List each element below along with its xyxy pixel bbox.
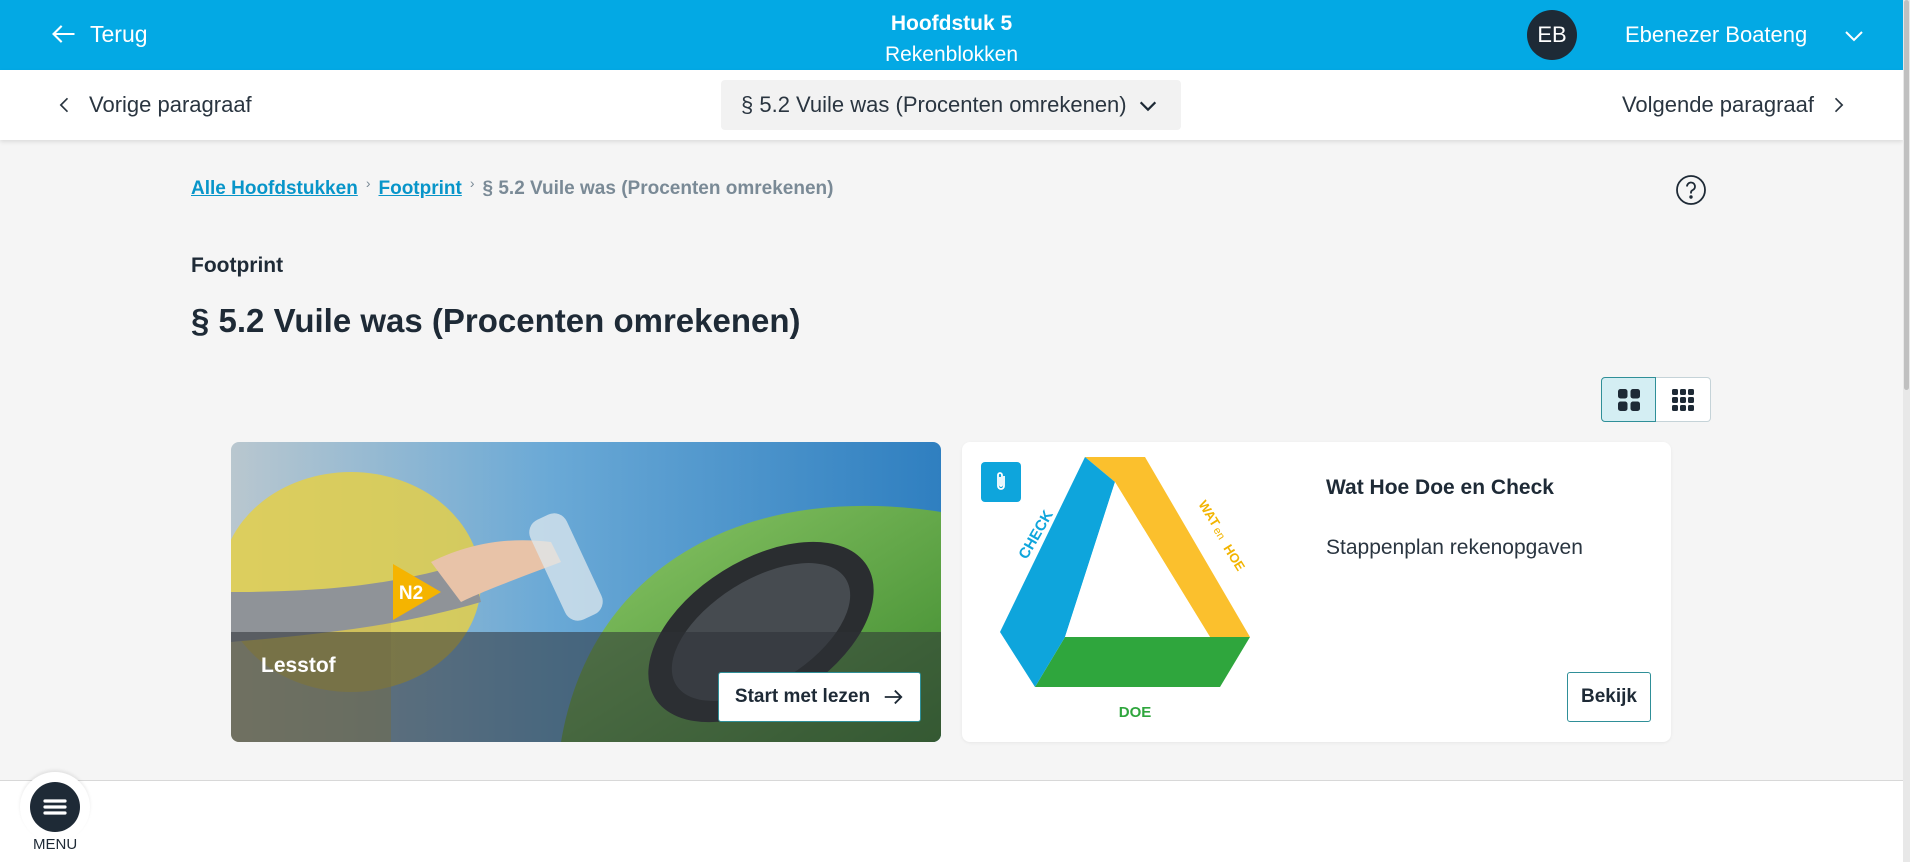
next-paragraph-label: Volgende paragraaf: [1621, 92, 1814, 117]
diagram-label-doe: DOE: [1119, 704, 1152, 721]
top-bar: Terug Hoofdstuk 5 Rekenblokken EB Ebenez…: [0, 0, 1903, 70]
chevron-left-icon: [59, 97, 69, 113]
bottom-bar: [0, 780, 1903, 862]
chevron-down-icon: [1139, 101, 1157, 112]
arrow-right-icon: [884, 689, 903, 705]
start-reading-button[interactable]: Start met lezen: [718, 672, 921, 722]
help-icon[interactable]: [1675, 174, 1707, 206]
small-grid-view-button[interactable]: [1656, 377, 1711, 422]
scrollbar-thumb[interactable]: [1904, 0, 1909, 390]
grid-small-icon: [1672, 388, 1694, 411]
breadcrumb-all-chapters[interactable]: Alle Hoofdstukken: [191, 178, 358, 200]
resource-description: Stappenplan rekenopgaven: [1326, 536, 1583, 559]
chevron-right-icon: [1834, 97, 1844, 113]
chapter-title: Hoofdstuk 5: [890, 12, 1013, 35]
menu-button[interactable]: [30, 782, 80, 832]
scrollbar[interactable]: [1903, 0, 1910, 862]
wat-hoe-doe-check-diagram: CHECK WAT en HOE DOE: [1000, 457, 1250, 721]
resource-card[interactable]: CHECK WAT en HOE DOE Wat Hoe Doe en Chec…: [962, 442, 1671, 742]
grid-large-icon: [1617, 388, 1640, 411]
view-toggle: [1601, 377, 1711, 422]
breadcrumb-current: § 5.2 Vuile was (Procenten omrekenen): [482, 178, 834, 199]
breadcrumb-separator: ›: [365, 175, 371, 191]
page-title: § 5.2 Vuile was (Procenten omrekenen): [191, 302, 801, 339]
lesson-card[interactable]: N2 Lesstof Start met lezen: [231, 442, 941, 742]
breadcrumb-separator: ›: [469, 175, 475, 191]
previous-paragraph-button[interactable]: Vorige paragraaf: [55, 92, 252, 118]
diagram-label-wat: WAT: [1195, 498, 1223, 530]
chevron-down-icon[interactable]: [1842, 24, 1866, 48]
menu-label: MENU: [33, 836, 78, 853]
paperclip-icon: [997, 472, 1005, 490]
breadcrumb: Alle Hoofdstukken › Footprint › § 5.2 Vu…: [191, 175, 834, 200]
diagram-label-hoe: HOE: [1220, 542, 1248, 574]
next-paragraph-button[interactable]: Volgende paragraaf: [1622, 92, 1848, 118]
attachment-badge: [981, 462, 1021, 502]
start-reading-label: Start met lezen: [734, 686, 871, 707]
level-badge-text: N2: [399, 583, 423, 604]
lesson-label: Lesstof: [261, 654, 336, 677]
resource-title: Wat Hoe Doe en Check: [1326, 476, 1554, 499]
chapter-subtitle: Rekenblokken: [884, 43, 1019, 66]
chapter-heading: Hoofdstuk 5 Rekenblokken: [0, 8, 1903, 70]
paragraph-nav: Vorige paragraaf § 5.2 Vuile was (Procen…: [0, 70, 1903, 140]
previous-paragraph-label: Vorige paragraaf: [89, 92, 252, 117]
view-resource-button[interactable]: Bekijk: [1567, 672, 1651, 722]
large-grid-view-button[interactable]: [1601, 377, 1656, 422]
user-name[interactable]: Ebenezer Boateng: [1625, 22, 1807, 48]
chapter-label: Footprint: [191, 254, 284, 277]
diagram-label-en: en: [1210, 525, 1227, 542]
menu-icon: [43, 799, 67, 815]
paragraph-select-value: § 5.2 Vuile was (Procenten omrekenen): [741, 92, 1127, 117]
paragraph-select[interactable]: § 5.2 Vuile was (Procenten omrekenen): [721, 80, 1181, 130]
avatar[interactable]: EB: [1527, 10, 1577, 60]
breadcrumb-footprint[interactable]: Footprint: [378, 178, 461, 200]
level-badge-icon: N2: [393, 564, 441, 620]
